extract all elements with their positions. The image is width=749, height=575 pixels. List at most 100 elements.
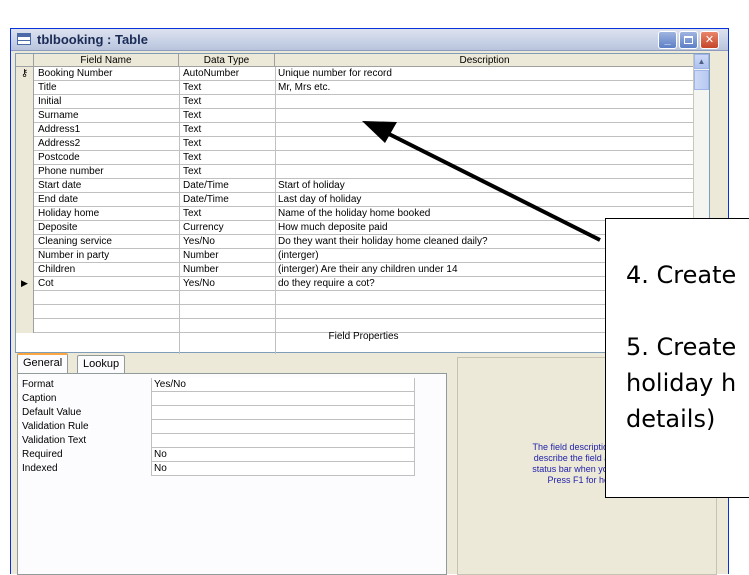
data-type-cell[interactable]: Date/Time xyxy=(183,179,275,192)
property-value[interactable] xyxy=(151,406,415,420)
current-row-icon[interactable]: ▶ xyxy=(16,277,34,291)
field-name-cell[interactable]: Children xyxy=(38,263,176,276)
field-name-cell[interactable]: Initial xyxy=(38,95,176,108)
header-data-type[interactable]: Data Type xyxy=(179,54,275,67)
field-name-cell[interactable]: Cot xyxy=(38,277,176,290)
minimize-button[interactable]: _ xyxy=(658,31,677,49)
scroll-up-icon[interactable]: ▲ xyxy=(694,54,709,69)
callout-text: 4. Create 5. Create holiday h details) xyxy=(626,257,749,437)
data-type-cell[interactable]: Text xyxy=(183,123,275,136)
data-type-cell[interactable]: Text xyxy=(183,207,275,220)
row-selector[interactable] xyxy=(16,291,34,305)
scroll-thumb[interactable] xyxy=(694,70,709,90)
primary-key-icon[interactable]: ⚷ xyxy=(16,67,34,81)
description-cell[interactable]: Mr, Mrs etc. xyxy=(278,81,698,94)
property-value[interactable]: No xyxy=(151,448,415,462)
data-type-cell[interactable]: AutoNumber xyxy=(183,67,275,80)
property-value[interactable]: Yes/No xyxy=(151,378,415,392)
header-description[interactable]: Description xyxy=(275,54,695,67)
row-selector[interactable] xyxy=(16,109,34,123)
property-label: Validation Rule xyxy=(22,421,89,432)
annotation-callout: 4. Create 5. Create holiday h details) xyxy=(605,218,749,498)
property-row: Required No xyxy=(22,448,437,462)
header-field-name[interactable]: Field Name xyxy=(34,54,179,67)
row-selector[interactable] xyxy=(16,179,34,193)
data-type-cell[interactable]: Date/Time xyxy=(183,193,275,206)
row-selector[interactable] xyxy=(16,305,34,319)
property-label: Caption xyxy=(22,393,57,404)
data-type-cell[interactable]: Currency xyxy=(183,221,275,234)
field-name-cell[interactable]: Holiday home xyxy=(38,207,176,220)
table-row[interactable]: Initial Text xyxy=(16,95,709,109)
row-selector[interactable] xyxy=(16,165,34,179)
table-row[interactable]: Address1 Text xyxy=(16,123,709,137)
table-row[interactable]: Start date Date/Time Start of holiday xyxy=(16,179,709,193)
field-name-cell[interactable]: Surname xyxy=(38,109,176,122)
data-type-cell[interactable]: Yes/No xyxy=(183,235,275,248)
property-label: Validation Text xyxy=(22,435,87,446)
field-name-cell[interactable]: Cleaning service xyxy=(38,235,176,248)
data-type-cell[interactable]: Text xyxy=(183,137,275,150)
field-name-cell[interactable]: Address1 xyxy=(38,123,176,136)
data-type-cell[interactable]: Text xyxy=(183,81,275,94)
table-row[interactable]: Phone number Text xyxy=(16,165,709,179)
table-row[interactable]: Address2 Text xyxy=(16,137,709,151)
data-type-cell[interactable]: Text xyxy=(183,95,275,108)
row-selector[interactable] xyxy=(16,221,34,235)
table-row[interactable]: End date Date/Time Last day of holiday xyxy=(16,193,709,207)
data-type-cell[interactable]: Yes/No xyxy=(183,277,275,290)
row-selector[interactable] xyxy=(16,207,34,221)
row-selector[interactable] xyxy=(16,151,34,165)
data-type-cell[interactable]: Number xyxy=(183,249,275,262)
description-cell[interactable]: Start of holiday xyxy=(278,179,698,192)
property-label: Format xyxy=(22,379,54,390)
data-type-cell[interactable]: Number xyxy=(183,263,275,276)
title-bar[interactable]: tblbooking : Table _ ✕ xyxy=(11,29,728,51)
property-value[interactable] xyxy=(151,392,415,406)
grid-header: Field Name Data Type Description xyxy=(16,54,709,67)
data-type-cell[interactable]: Text xyxy=(183,151,275,164)
property-row: Default Value xyxy=(22,406,437,420)
field-name-cell[interactable]: Address2 xyxy=(38,137,176,150)
row-selector[interactable] xyxy=(16,235,34,249)
table-row[interactable]: Surname Text xyxy=(16,109,709,123)
row-selector[interactable] xyxy=(16,249,34,263)
property-value[interactable] xyxy=(151,434,415,448)
property-row: Indexed No xyxy=(22,462,437,476)
property-value[interactable] xyxy=(151,420,415,434)
field-name-cell[interactable]: Booking Number xyxy=(38,67,176,80)
property-row: Caption xyxy=(22,392,437,406)
callout-line: holiday h xyxy=(626,369,737,397)
property-label: Default Value xyxy=(22,407,82,418)
field-name-cell[interactable]: Number in party xyxy=(38,249,176,262)
row-selector[interactable] xyxy=(16,137,34,151)
callout-line xyxy=(626,293,749,329)
close-button[interactable]: ✕ xyxy=(700,31,719,49)
maximize-button[interactable] xyxy=(679,31,698,49)
row-selector[interactable] xyxy=(16,193,34,207)
field-name-cell[interactable]: Phone number xyxy=(38,165,176,178)
table-row[interactable]: Postcode Text xyxy=(16,151,709,165)
row-selector[interactable] xyxy=(16,95,34,109)
property-row: Validation Rule xyxy=(22,420,437,434)
field-name-cell[interactable]: Postcode xyxy=(38,151,176,164)
row-selector[interactable] xyxy=(16,123,34,137)
field-name-cell[interactable]: Deposite xyxy=(38,221,176,234)
data-type-cell[interactable]: Text xyxy=(183,109,275,122)
description-cell[interactable]: Unique number for record xyxy=(278,67,698,80)
tab-general[interactable]: General xyxy=(17,353,69,374)
table-row[interactable]: ⚷ Booking Number AutoNumber Unique number f… xyxy=(16,67,709,81)
table-row[interactable]: Title Text Mr, Mrs etc. xyxy=(16,81,709,95)
field-name-cell[interactable]: Title xyxy=(38,81,176,94)
row-selector[interactable] xyxy=(16,81,34,95)
property-value[interactable]: No xyxy=(151,462,415,476)
row-selector[interactable] xyxy=(16,263,34,277)
field-name-cell[interactable]: End date xyxy=(38,193,176,206)
tab-lookup[interactable]: Lookup xyxy=(77,355,126,374)
table-icon xyxy=(17,33,31,45)
description-cell[interactable]: Last day of holiday xyxy=(278,193,698,206)
property-label: Indexed xyxy=(22,463,58,474)
property-row: Validation Text xyxy=(22,434,437,448)
field-name-cell[interactable]: Start date xyxy=(38,179,176,192)
data-type-cell[interactable]: Text xyxy=(183,165,275,178)
